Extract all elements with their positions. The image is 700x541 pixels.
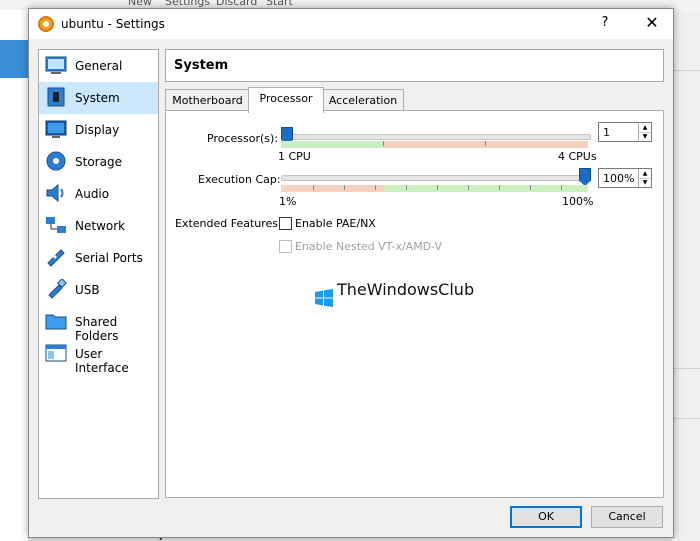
- sidebar-item-label: Display: [75, 123, 120, 137]
- sidebar-item-general[interactable]: General: [39, 50, 158, 82]
- processor-count-spinbox[interactable]: 1 ▲ ▼: [598, 122, 652, 142]
- extended-features-label: Extended Features:: [175, 217, 282, 230]
- sidebar-item-network[interactable]: Network: [39, 210, 158, 242]
- folder-icon: [45, 314, 67, 330]
- background-right-panel: [672, 10, 700, 541]
- sidebar-item-label: System: [75, 91, 120, 105]
- tab-acceleration[interactable]: Acceleration: [322, 89, 404, 112]
- window-title: ubuntu - Settings: [61, 17, 165, 31]
- window-icon: [45, 344, 67, 362]
- settings-sidebar: General System Display Storage Audio Net…: [38, 49, 159, 499]
- tab-motherboard[interactable]: Motherboard: [165, 89, 250, 112]
- virtualbox-icon: [38, 16, 54, 32]
- sidebar-item-label: Serial Ports: [75, 251, 143, 265]
- watermark-text: TheWindowsClub: [337, 280, 475, 299]
- execution-cap-slider-track[interactable]: [281, 175, 591, 181]
- execution-cap-slider-handle[interactable]: [579, 168, 591, 186]
- execution-cap-value: 100%: [603, 172, 635, 185]
- network-icon: [46, 217, 66, 233]
- spin-down-icon[interactable]: ▼: [639, 132, 651, 141]
- page-title: System: [174, 58, 229, 73]
- sidebar-item-user-interface[interactable]: User Interface: [39, 338, 158, 375]
- processor-panel: Processor(s): 1 CPU 4 CPUs 1 ▲ ▼ Executi…: [165, 110, 664, 498]
- general-icon: [45, 56, 67, 74]
- processor-min-label: 1 CPU: [278, 150, 311, 163]
- serial-port-icon: [47, 249, 65, 267]
- close-button[interactable]: ✕: [641, 13, 663, 33]
- chip-icon: [47, 87, 65, 107]
- execution-cap-spinbox[interactable]: 100% ▲ ▼: [598, 168, 652, 188]
- processor-slider-track[interactable]: [281, 134, 591, 140]
- cancel-button[interactable]: Cancel: [591, 506, 663, 528]
- processor-safe-band: [281, 141, 383, 148]
- sidebar-item-system[interactable]: System: [39, 82, 158, 114]
- settings-dialog: ubuntu - Settings ? ✕ General System Dis…: [28, 8, 674, 538]
- title-bar: ubuntu - Settings ? ✕: [29, 9, 673, 39]
- section-header: System: [165, 49, 664, 82]
- disk-icon: [46, 151, 66, 171]
- execution-cap-warning-band: [281, 185, 384, 192]
- sidebar-item-label: User Interface: [75, 347, 129, 375]
- sidebar-item-storage[interactable]: Storage: [39, 146, 158, 178]
- sidebar-item-audio[interactable]: Audio: [39, 178, 158, 210]
- thewindowsclub-logo: [315, 289, 333, 307]
- execution-cap-label: Execution Cap:: [198, 173, 281, 186]
- bg-discard-label: Discard: [216, 0, 258, 8]
- bg-new-label: New: [128, 0, 152, 8]
- sidebar-item-label: USB: [75, 283, 100, 297]
- bg-settings-label: Settings: [165, 0, 211, 8]
- enable-nested-vtx-checkbox[interactable]: [279, 240, 292, 253]
- enable-nested-vtx-label: Enable Nested VT-x/AMD-V: [295, 240, 443, 253]
- processor-count-value: 1: [603, 126, 610, 139]
- processor-label: Processor(s):: [207, 132, 279, 145]
- execution-cap-safe-band: [384, 185, 588, 192]
- spin-down-icon[interactable]: ▼: [639, 178, 651, 187]
- ok-button[interactable]: OK: [510, 506, 582, 528]
- usb-icon: [48, 279, 67, 299]
- sidebar-item-usb[interactable]: USB: [39, 274, 158, 306]
- background-left-panel: [0, 10, 28, 541]
- speaker-icon: [46, 183, 64, 203]
- enable-pae-checkbox[interactable]: [279, 217, 292, 230]
- sidebar-item-label: Audio: [75, 187, 110, 201]
- bg-start-label: Start: [266, 0, 293, 8]
- execution-cap-min-label: 1%: [279, 195, 297, 208]
- enable-pae-label[interactable]: Enable PAE/NX: [295, 217, 376, 230]
- help-button[interactable]: ?: [595, 15, 615, 33]
- sidebar-item-label: General: [75, 59, 123, 73]
- sidebar-item-display[interactable]: Display: [39, 114, 158, 146]
- sidebar-item-shared-folders[interactable]: Shared Folders: [39, 306, 158, 343]
- tab-processor[interactable]: Processor: [248, 87, 324, 113]
- execution-cap-max-label: 100%: [562, 195, 594, 208]
- monitor-icon: [45, 120, 67, 138]
- sidebar-item-serial-ports[interactable]: Serial Ports: [39, 242, 158, 274]
- sidebar-item-label: Network: [75, 219, 126, 233]
- sidebar-item-label: Storage: [75, 155, 122, 169]
- processor-max-label: 4 CPUs: [558, 150, 597, 163]
